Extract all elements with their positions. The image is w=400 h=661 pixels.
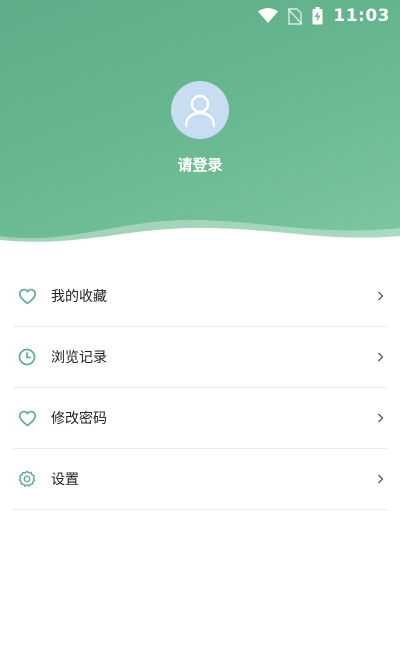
battery-charging-icon — [312, 7, 323, 25]
heart-icon — [17, 408, 37, 428]
no-sim-icon — [288, 7, 303, 25]
chevron-right-icon — [374, 290, 386, 302]
avatar[interactable] — [171, 81, 229, 139]
menu-item-change-password[interactable]: 修改密码 — [13, 388, 388, 449]
gear-icon — [17, 469, 37, 489]
status-bar: 11:03 — [0, 0, 400, 32]
chevron-right-icon — [374, 412, 386, 424]
clock-icon — [17, 347, 37, 367]
status-time: 11:03 — [333, 6, 390, 26]
menu-item-label: 设置 — [51, 472, 79, 488]
chevron-right-icon — [374, 351, 386, 363]
heart-icon — [17, 286, 37, 306]
menu-item-settings[interactable]: 设置 — [13, 449, 388, 510]
profile-screen: 11:03 请登录 我的收藏 浏览记录 修改密码 设置 — [0, 0, 400, 661]
login-text[interactable]: 请登录 — [0, 154, 400, 175]
menu-item-favorites[interactable]: 我的收藏 — [13, 266, 388, 327]
wifi-icon — [258, 8, 279, 24]
menu-item-label: 修改密码 — [51, 411, 107, 427]
menu-item-label: 浏览记录 — [51, 350, 107, 366]
menu-item-history[interactable]: 浏览记录 — [13, 327, 388, 388]
user-icon — [184, 94, 216, 127]
menu-list: 我的收藏 浏览记录 修改密码 设置 — [13, 266, 388, 510]
header-wave — [0, 219, 400, 246]
chevron-right-icon — [374, 473, 386, 485]
menu-item-label: 我的收藏 — [51, 289, 107, 305]
